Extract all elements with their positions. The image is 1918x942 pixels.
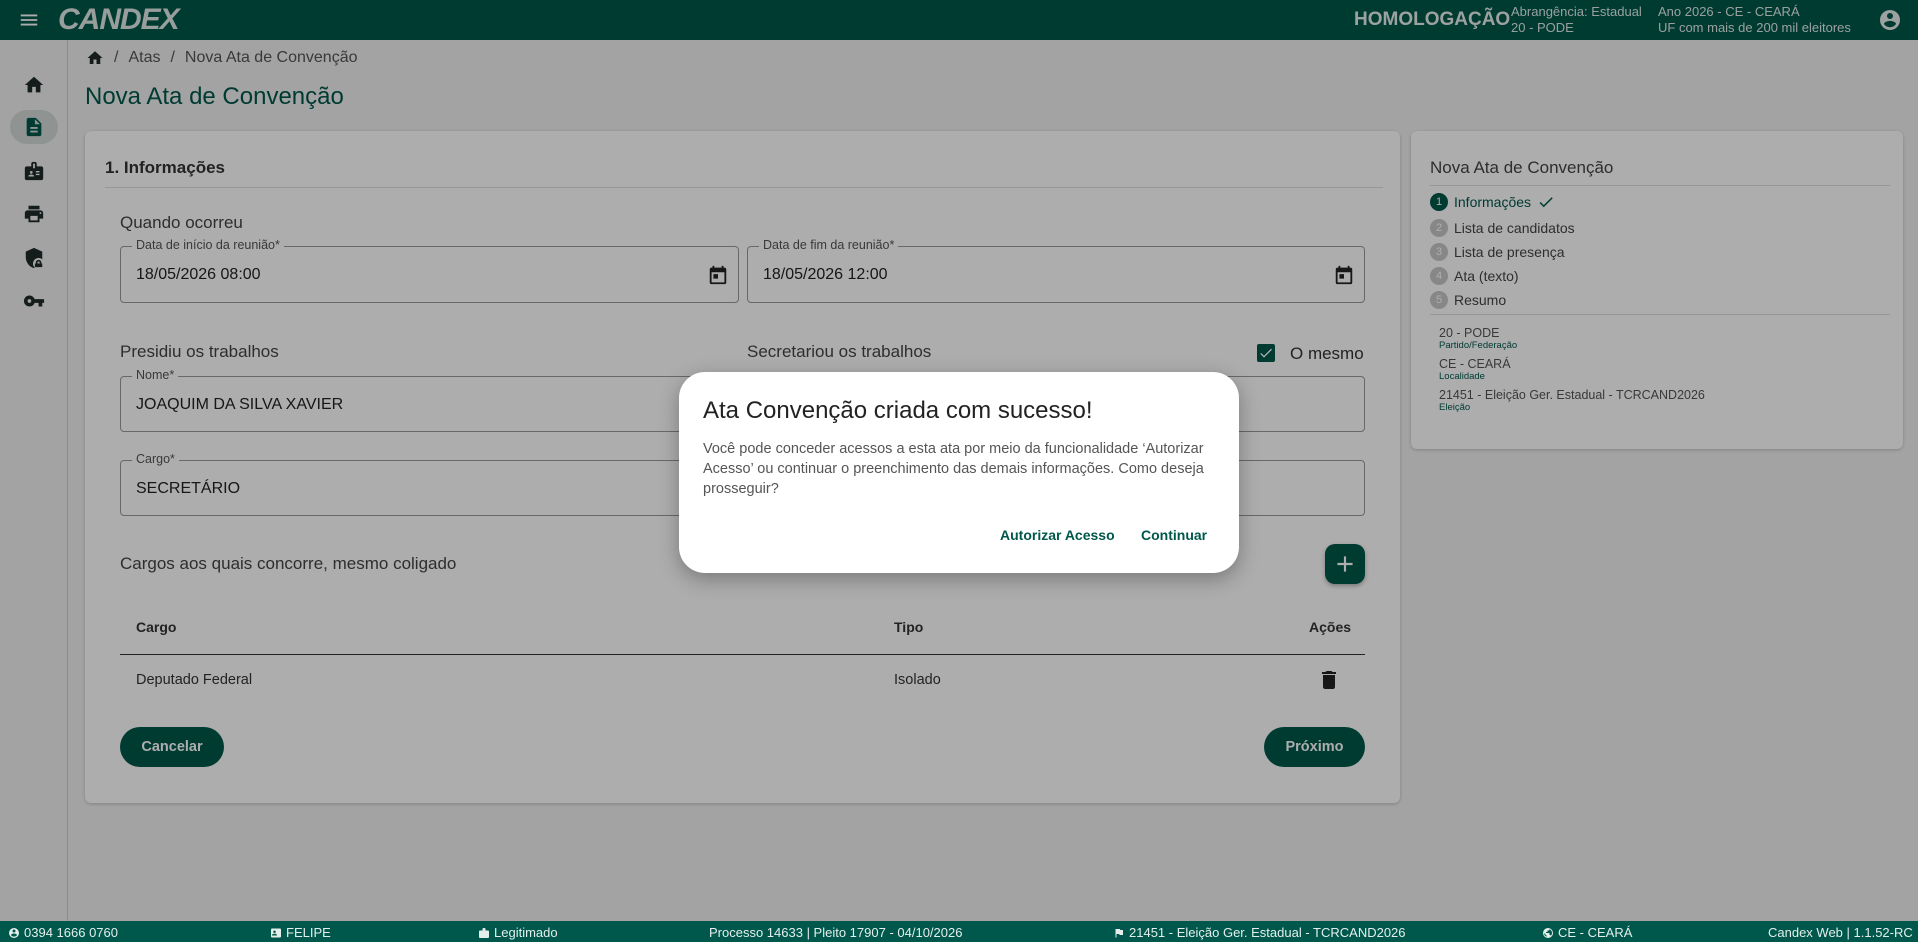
status-user: FELIPE [270,925,331,940]
status-bar: 0394 1666 0760 FELIPE Legitimado Process… [0,921,1918,942]
id-card-icon [271,928,281,937]
status-legitimado-text: Legitimado [494,925,558,940]
status-phone-text: 0394 1666 0760 [24,925,118,940]
status-version-text: Candex Web | 1.1.52-RC [1768,925,1913,940]
globe-icon [1543,927,1553,938]
status-uf: CE - CEARÁ [1542,925,1632,940]
flag-icon [1115,928,1123,937]
success-dialog: Ata Convenção criada com sucesso! Você p… [679,372,1239,573]
status-processo-text: Processo 14633 | Pleito 17907 - 04/10/20… [709,925,963,940]
status-version: Candex Web | 1.1.52-RC [1768,925,1913,940]
status-eleicao-text: 21451 - Eleição Ger. Estadual - TCRCAND2… [1129,925,1406,940]
authorize-access-button[interactable]: Autorizar Acesso [1000,527,1115,543]
account-circle-icon [9,927,19,938]
status-eleicao: 21451 - Eleição Ger. Estadual - TCRCAND2… [1113,925,1406,940]
continue-button[interactable]: Continuar [1141,527,1207,543]
status-user-text: FELIPE [286,925,331,940]
status-phone: 0394 1666 0760 [8,925,118,940]
dialog-title: Ata Convenção criada com sucesso! [703,397,1093,424]
status-uf-text: CE - CEARÁ [1558,925,1633,940]
status-legitimado: Legitimado [478,925,558,940]
status-processo: Processo 14633 | Pleito 17907 - 04/10/20… [709,925,962,940]
badge-icon [479,927,489,938]
dialog-message: Você pode conceder acessos a esta ata po… [703,441,1204,497]
